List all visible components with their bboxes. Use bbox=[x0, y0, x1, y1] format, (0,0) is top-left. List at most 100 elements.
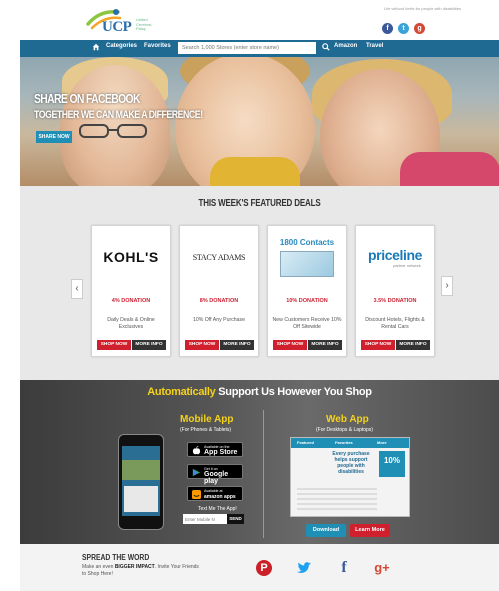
store-logo[interactable]: priceline partner network bbox=[356, 226, 434, 288]
donation-rate: 10% DONATION bbox=[286, 298, 328, 304]
amazon-apps-button[interactable]: Available at amazon apps bbox=[187, 486, 243, 501]
phone-screen-list bbox=[124, 486, 158, 512]
hero-glasses bbox=[79, 124, 147, 138]
header: UCP United Cerebral Palsy Life without l… bbox=[20, 0, 499, 40]
store-logo-text: STACY ADAMS bbox=[192, 252, 246, 262]
web-app-tab: More bbox=[377, 440, 387, 445]
deal-card[interactable]: STACY ADAMS 8% DONATION 10% Off Any Purc… bbox=[179, 225, 259, 357]
apps-section: Automatically Support Us However You Sho… bbox=[20, 380, 499, 544]
store-logo[interactable]: STACY ADAMS bbox=[180, 226, 258, 288]
learn-more-button[interactable]: Learn More bbox=[350, 524, 390, 537]
nav-travel[interactable]: Travel bbox=[366, 43, 383, 49]
google-play-icon bbox=[192, 468, 201, 477]
send-button[interactable]: SEND bbox=[227, 514, 244, 524]
featured-deals: THIS WEEK'S FEATURED DEALS ‹ › KOHL'S 4%… bbox=[20, 186, 499, 380]
web-app-title: Web App bbox=[326, 414, 369, 425]
web-app-mockup: Featured Favorites More Every purchase h… bbox=[290, 437, 410, 517]
store-logo[interactable]: KOHL'S bbox=[92, 226, 170, 288]
nav-amazon[interactable]: Amazon bbox=[334, 43, 357, 49]
search-icon[interactable] bbox=[322, 43, 330, 51]
logo-tagline: United Cerebral Palsy bbox=[136, 17, 152, 31]
search-input[interactable] bbox=[178, 42, 316, 54]
store-logo-text: KOHL'S bbox=[103, 249, 159, 265]
facebook-icon[interactable]: f bbox=[336, 560, 352, 576]
hero-heading: SHARE ON FACEBOOK bbox=[34, 91, 140, 106]
shop-now-button[interactable]: SHOP NOW bbox=[185, 340, 219, 350]
shop-now-button[interactable]: SHOP NOW bbox=[97, 340, 131, 350]
web-app-subtitle: (For Desktops & Laptops) bbox=[316, 427, 373, 433]
store-logo-subtext: partner network bbox=[393, 262, 421, 268]
store-logo[interactable]: 1800 Contacts bbox=[268, 226, 346, 288]
more-info-button[interactable]: MORE INFO bbox=[308, 340, 342, 350]
deal-description: Daily Deals & Online Exclusives bbox=[107, 317, 155, 330]
more-info-button[interactable]: MORE INFO bbox=[220, 340, 254, 350]
pinterest-icon[interactable]: P bbox=[256, 560, 272, 576]
deal-card[interactable]: priceline partner network 3.5% DONATION … bbox=[355, 225, 435, 357]
hero-photo-part bbox=[210, 157, 300, 186]
text-me-label: Text Me The App! bbox=[198, 506, 237, 512]
apps-headline: Automatically Support Us However You Sho… bbox=[20, 386, 499, 398]
prev-arrow-icon[interactable]: ‹ bbox=[71, 279, 83, 299]
spread-description: Make an even BIGGER IMPACT. Invite Your … bbox=[82, 564, 202, 577]
header-social: f t g bbox=[382, 23, 425, 34]
spread-text: Make an even bbox=[82, 564, 115, 570]
home-icon[interactable] bbox=[92, 43, 100, 51]
logo-text: UCP bbox=[102, 19, 132, 35]
spread-the-word: SPREAD THE WORD Make an even BIGGER IMPA… bbox=[20, 544, 499, 591]
more-info-button[interactable]: MORE INFO bbox=[132, 340, 166, 350]
app-store-big: App Store bbox=[204, 449, 238, 456]
deal-description: 10% Off Any Purchase bbox=[192, 317, 246, 323]
deal-card[interactable]: 1800 Contacts 10% DONATION New Customers… bbox=[267, 225, 347, 357]
spread-emphasis: BIGGER IMPACT bbox=[114, 564, 155, 570]
web-app-tab: Favorites bbox=[335, 440, 353, 445]
hero-banner: SHARE ON FACEBOOK TOGETHER WE CAN MAKE A… bbox=[20, 57, 499, 186]
web-app-list bbox=[297, 488, 377, 510]
googleplus-icon[interactable]: g bbox=[414, 23, 425, 34]
shop-now-button[interactable]: SHOP NOW bbox=[273, 340, 307, 350]
apps-headline-rest: Support Us However You Shop bbox=[218, 386, 372, 398]
app-store-button[interactable]: Available on the App Store bbox=[187, 442, 243, 457]
google-play-button[interactable]: Get it on Google play bbox=[187, 464, 243, 485]
spread-title: SPREAD THE WORD bbox=[82, 553, 150, 562]
deal-card[interactable]: KOHL'S 4% DONATION Daily Deals & Online … bbox=[91, 225, 171, 357]
nav-favorites[interactable]: Favorites bbox=[144, 43, 171, 49]
apple-icon bbox=[192, 446, 201, 455]
nav-categories[interactable]: Categories bbox=[106, 43, 137, 49]
phone-mockup bbox=[118, 434, 164, 530]
donation-rate: 8% DONATION bbox=[199, 298, 239, 304]
amazon-icon bbox=[192, 490, 201, 499]
deals-title: THIS WEEK'S FEATURED DEALS bbox=[198, 198, 321, 209]
mobile-app-title: Mobile App bbox=[180, 414, 234, 425]
apps-divider bbox=[263, 410, 264, 538]
twitter-icon[interactable] bbox=[296, 560, 312, 576]
next-arrow-icon[interactable]: › bbox=[441, 276, 453, 296]
google-play-big: Google play bbox=[204, 471, 229, 485]
ucp-logo[interactable]: UCP United Cerebral Palsy bbox=[86, 8, 156, 36]
donation-rate: 3.5% DONATION bbox=[373, 298, 417, 304]
phone-screen bbox=[122, 446, 160, 516]
store-logo-text: 1800 Contacts bbox=[279, 237, 335, 247]
deal-description: Discount Hotels, Flights & Rental Cars bbox=[365, 317, 425, 330]
site-tagline: Life without limits for people with disa… bbox=[384, 6, 462, 11]
store-logo-text: priceline bbox=[368, 246, 422, 263]
main-nav: Categories Favorites Amazon Travel bbox=[20, 40, 499, 57]
googleplus-icon[interactable]: g+ bbox=[372, 560, 392, 576]
share-now-button[interactable]: SHARE NOW bbox=[36, 131, 72, 143]
phone-screen-banner bbox=[122, 460, 160, 480]
deal-description: New Customers Receive 10% Off Sitewide bbox=[272, 317, 342, 330]
mobile-app-subtitle: (For Phones & Tablets) bbox=[180, 427, 232, 433]
facebook-icon[interactable]: f bbox=[382, 23, 393, 34]
hero-photo-part bbox=[400, 152, 499, 186]
twitter-icon[interactable]: t bbox=[398, 23, 409, 34]
download-button[interactable]: Download bbox=[306, 524, 346, 537]
donation-rate: 4% DONATION bbox=[111, 298, 151, 304]
web-app-message: Every purchase helps support people with… bbox=[332, 451, 370, 475]
amazon-apps-big: amazon apps bbox=[204, 494, 236, 500]
hero-subheading: TOGETHER WE CAN MAKE A DIFFERENCE! bbox=[34, 109, 203, 121]
web-app-percent: 10% bbox=[379, 451, 405, 477]
amazon-apps-small: Available at bbox=[204, 489, 223, 493]
more-info-button[interactable]: MORE INFO bbox=[396, 340, 430, 350]
mobile-number-input[interactable] bbox=[183, 514, 227, 524]
shop-now-button[interactable]: SHOP NOW bbox=[361, 340, 395, 350]
web-app-tab: Featured bbox=[297, 440, 314, 445]
